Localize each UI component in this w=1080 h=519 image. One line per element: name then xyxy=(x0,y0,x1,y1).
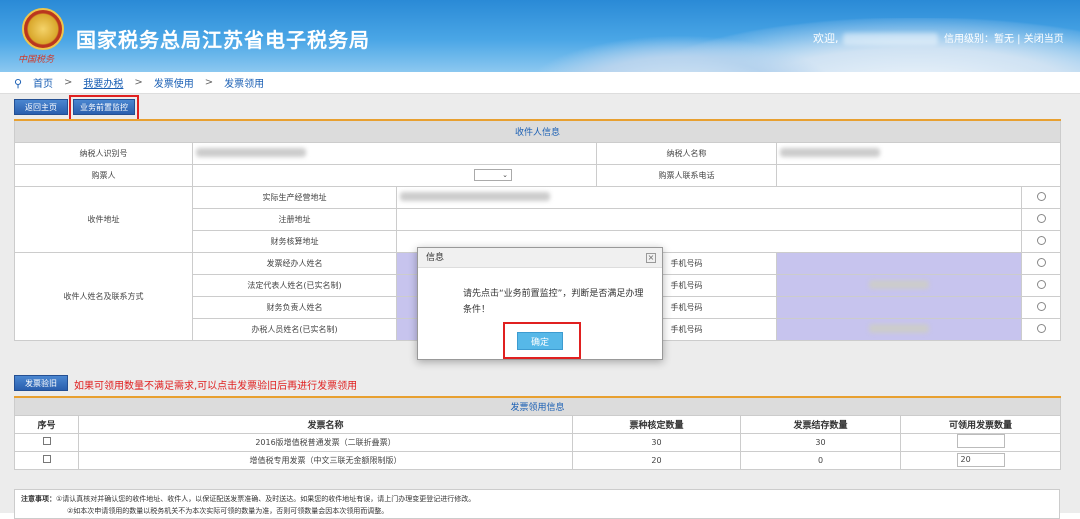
taxpayer-name-label: 纳税人名称 xyxy=(596,141,777,165)
buyer-select-cell: ⌄ xyxy=(192,163,597,187)
notes-line-2: ②如本次申请领用的数量以税务机关不为本次实际可领的数量为准，否则可领数量会因本次… xyxy=(67,507,389,515)
contact-radio-cell xyxy=(1020,273,1062,297)
welcome-label: 欢迎, xyxy=(813,32,839,45)
redacted-value xyxy=(196,147,306,157)
address-radio[interactable] xyxy=(1036,213,1046,223)
buyer-phone-label: 购票人联系电话 xyxy=(596,163,777,187)
address-radio[interactable] xyxy=(1036,235,1046,245)
emblem-caption: 中国税务 xyxy=(18,55,55,65)
site-title: 国家税务总局江苏省电子税务局 xyxy=(76,28,370,52)
taxpayer-id-value xyxy=(192,141,597,165)
address-radio-cell xyxy=(1020,229,1062,253)
contact-radio[interactable] xyxy=(1036,323,1046,333)
address-radio[interactable] xyxy=(1036,191,1046,201)
notes-line-1: ①请认真核对并确认您的收件地址、收件人，以保证配送发票准确、及时送达。如果您的收… xyxy=(56,495,476,503)
table-row: 2016版增值税普通发票（二联折叠票） 30 30 xyxy=(14,432,1062,452)
back-home-button[interactable]: 返回主页 xyxy=(14,99,68,115)
column-header-index: 序号 xyxy=(14,414,79,434)
contact-row-label: 财务负责人姓名 xyxy=(192,295,397,319)
address-value xyxy=(396,207,1022,231)
balance-qty: 0 xyxy=(740,450,901,470)
phone-value xyxy=(776,273,1022,297)
buyer-label: 购票人 xyxy=(14,163,193,187)
breadcrumb-separator: > xyxy=(204,77,214,88)
row-checkbox-cell xyxy=(14,450,79,470)
column-header-approved: 票种核定数量 xyxy=(572,414,741,434)
breadcrumb: ⚲ 首页 > 我要办税 > 发票使用 > 发票领用 xyxy=(0,72,1080,94)
available-qty-input[interactable]: 20 xyxy=(956,453,1005,467)
available-qty-input[interactable] xyxy=(956,434,1005,448)
dialog-title: 信息 xyxy=(418,248,662,268)
address-row-label: 财务核算地址 xyxy=(192,229,397,253)
tax-emblem-icon xyxy=(22,8,64,50)
buyer-phone-value xyxy=(775,163,1062,187)
available-qty-cell: 20 xyxy=(899,450,1062,470)
available-qty-cell xyxy=(899,432,1062,452)
contact-row-label: 办税人员姓名(已实名制) xyxy=(192,317,397,341)
notes-label: 注意事项： xyxy=(21,495,56,503)
address-value xyxy=(396,185,1022,209)
column-header-available: 可领用发票数量 xyxy=(899,414,1062,434)
address-label: 收件地址 xyxy=(14,185,193,253)
notes-panel: 注意事项：①请认真核对并确认您的收件地址、收件人，以保证配送发票准确、及时送达。… xyxy=(14,489,1060,519)
contact-radio-cell xyxy=(1020,317,1062,341)
invoice-name: 增值税专用发票（中文三联无金额限制版） xyxy=(78,450,573,470)
site-header: 中国税务 国家税务总局江苏省电子税务局 欢迎, 信用级别：暂无 | 关闭当页 xyxy=(0,0,1080,72)
breadcrumb-item-invoice-claim[interactable]: 发票领用 xyxy=(224,75,264,90)
buyer-select[interactable]: ⌄ xyxy=(474,169,512,181)
invoice-validate-button[interactable]: 发票验旧 xyxy=(14,375,68,391)
validate-hint: 如果可领用数量不满足需求,可以点击发票验旧后再进行发票领用 xyxy=(74,381,358,392)
breadcrumb-separator: > xyxy=(64,77,73,88)
contact-row-label: 法定代表人姓名(已实名制) xyxy=(192,273,397,297)
invoice-name: 2016版增值税普通发票（二联折叠票） xyxy=(78,432,573,452)
contact-radio[interactable] xyxy=(1036,301,1046,311)
approved-qty: 20 xyxy=(572,450,741,470)
taxpayer-id-label: 纳税人识别号 xyxy=(14,141,193,165)
redacted-value xyxy=(869,279,929,289)
contact-label: 收件人姓名及联系方式 xyxy=(14,251,193,341)
invoice-section-title: 发票领用信息 xyxy=(13,396,1062,416)
contact-row-label: 发票经办人姓名 xyxy=(192,251,397,275)
credit-level-and-close[interactable]: 信用级别：暂无 | 关闭当页 xyxy=(944,30,1064,45)
contact-radio[interactable] xyxy=(1036,279,1046,289)
redacted-value xyxy=(780,147,880,157)
breadcrumb-separator: > xyxy=(134,77,143,88)
breadcrumb-item-tax[interactable]: 我要办税 xyxy=(83,75,123,90)
header-background-mountain-2 xyxy=(520,35,840,72)
column-header-balance: 发票结存数量 xyxy=(740,414,901,434)
welcome-text: 欢迎, xyxy=(813,30,938,46)
address-radio-cell xyxy=(1020,185,1062,209)
row-checkbox[interactable] xyxy=(42,455,51,463)
row-checkbox-cell xyxy=(14,432,79,452)
taxpayer-name-value xyxy=(775,141,1062,165)
contact-radio-cell xyxy=(1020,251,1062,275)
balance-qty: 30 xyxy=(740,432,901,452)
highlight-box-confirm xyxy=(503,322,581,359)
phone-value xyxy=(776,251,1022,275)
invoice-claim-table: 发票领用信息 序号 发票名称 票种核定数量 发票结存数量 可领用发票数量 201… xyxy=(13,396,1062,470)
contact-radio[interactable] xyxy=(1036,257,1046,267)
location-pin-icon: ⚲ xyxy=(14,77,23,90)
dialog-message: 请先点击“业务前置监控”，判断是否满足办理条件！ xyxy=(463,289,644,315)
row-checkbox[interactable] xyxy=(42,437,51,445)
phone-value xyxy=(776,317,1022,341)
redacted-value xyxy=(400,191,550,201)
contact-radio-cell xyxy=(1020,295,1062,319)
address-row-label: 注册地址 xyxy=(192,207,397,231)
table-row: 增值税专用发票（中文三联无金额限制版） 20 0 20 xyxy=(14,450,1062,470)
column-header-name: 发票名称 xyxy=(78,414,573,434)
approved-qty: 30 xyxy=(572,432,741,452)
highlight-box-monitor xyxy=(69,95,139,121)
username-redacted xyxy=(842,33,938,45)
close-icon[interactable]: × xyxy=(646,253,656,263)
address-radio-cell xyxy=(1020,207,1062,231)
recipient-section-title: 收件人信息 xyxy=(13,119,1062,143)
breadcrumb-home[interactable]: 首页 xyxy=(33,75,53,90)
breadcrumb-item-invoice-use[interactable]: 发票使用 xyxy=(154,75,194,90)
address-row-label: 实际生产经营地址 xyxy=(192,185,397,209)
phone-value xyxy=(776,295,1022,319)
redacted-value xyxy=(869,323,929,333)
